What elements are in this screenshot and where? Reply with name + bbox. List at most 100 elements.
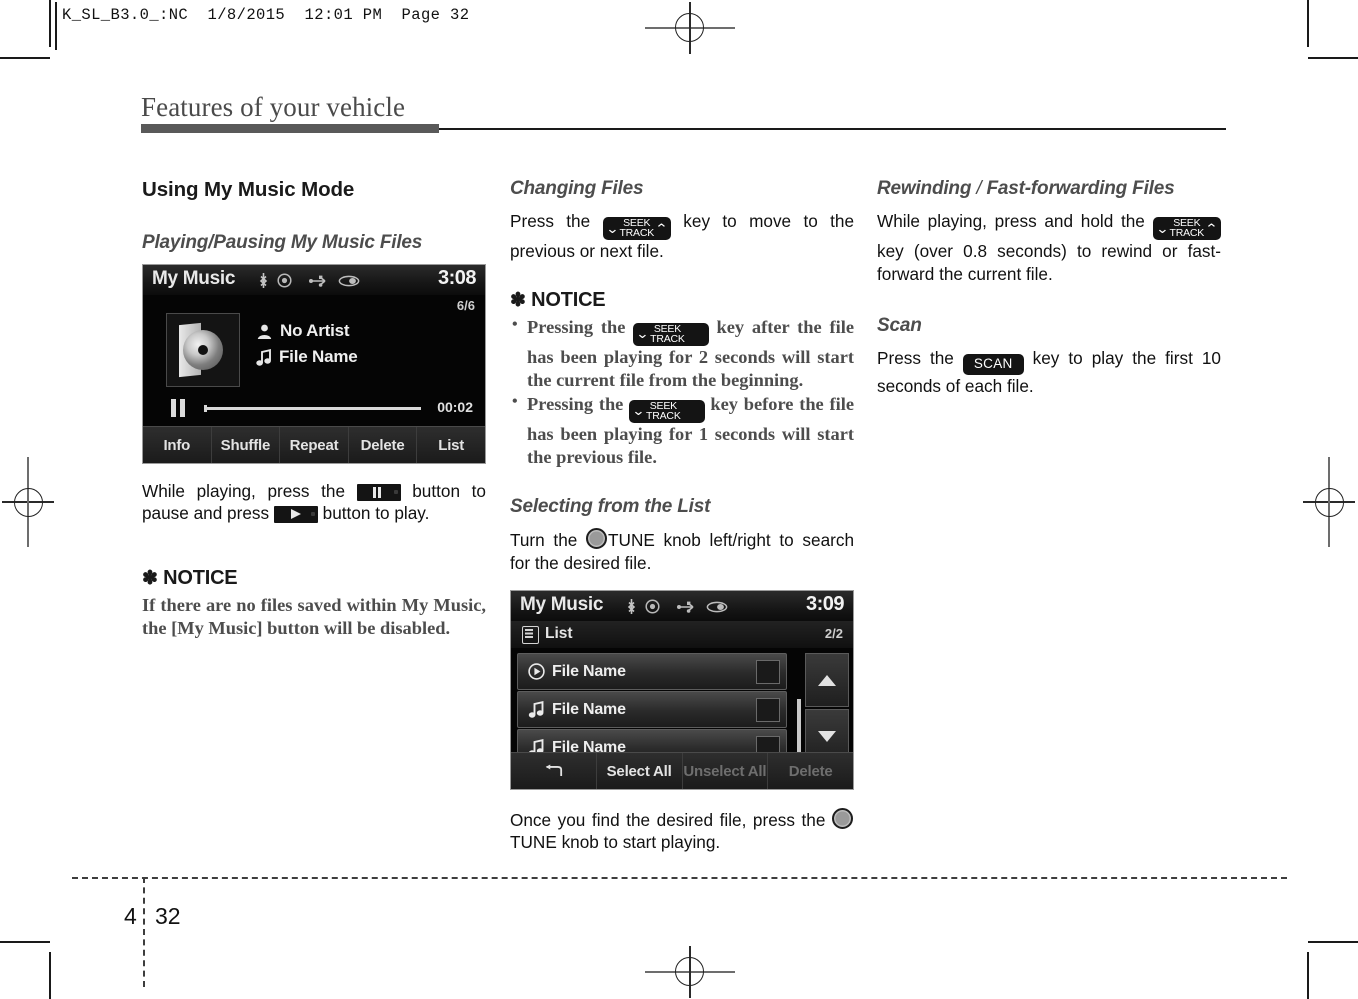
- filename-line: File Name: [256, 347, 358, 367]
- list-icon: [522, 626, 539, 645]
- seek-track-label: SEEK TRACK: [617, 218, 656, 240]
- device-icon: [338, 275, 360, 286]
- track-label-3: TRACK: [646, 409, 681, 422]
- paragraph-start-playing: Once you find the desired file, press th…: [510, 808, 854, 854]
- notice-star-icon: ✽: [142, 567, 158, 589]
- list-header: List 2/2: [511, 621, 853, 649]
- section-heading-using-my-music-mode: Using My Music Mode: [142, 178, 355, 201]
- disc-icon-2: [645, 599, 660, 614]
- screen-button-info[interactable]: Info: [143, 427, 212, 463]
- paragraph-start-playing-part2: TUNE knob to start playing.: [510, 832, 721, 853]
- scan-key-icon: SCAN: [962, 354, 1024, 375]
- pause-button-image: [356, 484, 401, 501]
- disc-icon: [277, 273, 292, 288]
- pause-indicator-icon: [171, 399, 185, 417]
- notice-item-2-part1: Pressing the: [527, 393, 624, 414]
- track-label-2: TRACK: [650, 332, 685, 345]
- artist-text: No Artist: [280, 321, 350, 340]
- screen-clock-2: 3:09: [805, 593, 845, 616]
- track-label: TRACK: [619, 227, 655, 240]
- screen-title-2: My Music: [520, 594, 604, 616]
- screen-button-delete[interactable]: Delete: [349, 427, 418, 463]
- device-icon-2: [706, 601, 728, 612]
- screen-status-icons: [258, 272, 360, 289]
- subheading-scan: Scan: [877, 315, 922, 337]
- chevron-down-icon-4: ⌄: [1155, 220, 1169, 236]
- paragraph-changing-files-part1: Press the: [510, 211, 591, 231]
- arrow-down-icon: [818, 730, 836, 742]
- screen-button-bar: Info Shuffle Repeat Delete List: [143, 426, 485, 463]
- footer-page-number: 32: [155, 903, 181, 929]
- unselect-all-button[interactable]: Unselect All: [683, 753, 769, 790]
- list-item-checkbox[interactable]: [756, 660, 780, 685]
- elapsed-time: 00:02: [437, 399, 473, 415]
- bluetooth-icon: [259, 273, 268, 288]
- notice-list: Pressing the ⌄SEEKTRACK key after the fi…: [510, 315, 854, 469]
- screenshot-file-list: My Music 3:09 List 2/2 File Name File Na…: [510, 590, 854, 791]
- paragraph-changing-files: Press the ⌄ SEEK TRACK ⌃ key to move to the…: [510, 210, 854, 263]
- screen-button-list[interactable]: List: [417, 427, 485, 463]
- chevron-down-icon-3: ⌄: [631, 403, 646, 419]
- list-item-label: File Name: [552, 662, 626, 680]
- notice-item-1-part1: Pressing the: [527, 316, 626, 337]
- back-arrow-icon: [546, 764, 563, 777]
- list-item-checkbox[interactable]: [756, 698, 780, 723]
- title-accent-bar: [141, 124, 439, 133]
- select-all-button[interactable]: Select All: [597, 753, 683, 790]
- list-item[interactable]: File Name: [517, 653, 787, 691]
- seek-track-key-icon-4: ⌄ SEEK TRACK ⌃: [1152, 217, 1221, 241]
- subheading-rewinding-fastforwarding: Rewinding / Fast-forwarding Files: [877, 178, 1221, 200]
- play-button-image: [273, 506, 318, 524]
- subheading-playing-pausing: Playing/Pausing My Music Files: [142, 232, 423, 253]
- subheading-rewinding-part1: Rewinding: [877, 178, 972, 199]
- list-button-bar: Select All Unselect All Delete: [511, 752, 853, 790]
- notice-list-item-2: Pressing the ⌄SEEKTRACK key before the f…: [510, 392, 854, 469]
- notice-heading-1: ✽ NOTICE: [142, 567, 486, 590]
- seek-track-label-4: SEEK TRACK: [1168, 218, 1207, 239]
- list-page-count: 2/2: [824, 626, 843, 642]
- usb-icon: [309, 275, 326, 287]
- seek-track-key-icon-3: ⌄ SEEK TRACK: [629, 399, 705, 423]
- notice-label-1: NOTICE: [163, 566, 238, 589]
- page-content: Features of your vehicle Using My Music …: [0, 0, 1358, 999]
- screen-title: My Music: [152, 268, 236, 289]
- delete-button[interactable]: Delete: [768, 753, 853, 789]
- paragraph-selecting-from-list: Turn the TUNE knob left/right to search …: [510, 528, 854, 574]
- paragraph-scan: Press the SCAN key to play the first 10 …: [877, 347, 1221, 397]
- column-1: Using My Music Mode Playing/Pausing My M…: [142, 178, 486, 639]
- screen-button-shuffle[interactable]: Shuffle: [212, 427, 281, 463]
- screen-button-repeat[interactable]: Repeat: [280, 427, 349, 463]
- chevron-down-icon-2: ⌄: [635, 326, 650, 342]
- screenshot-status-bar-2: My Music 3:09: [511, 591, 853, 622]
- tune-knob-icon-2: [832, 808, 853, 830]
- footer-chapter-number: 4: [124, 903, 137, 929]
- paragraph-play-pause-part3: button to play.: [322, 503, 430, 524]
- paragraph-start-playing-part1: Once you find the desired file, press th…: [510, 810, 826, 831]
- back-button[interactable]: [511, 753, 597, 790]
- subheading-changing-files: Changing Files: [510, 178, 644, 199]
- seek-track-label-3: SEEK TRACK: [644, 400, 683, 422]
- paragraph-play-pause: While playing, press the button to pause…: [142, 480, 486, 525]
- artist-icon: [257, 324, 272, 339]
- column-3: Rewinding / Fast-forwarding Files While …: [877, 178, 1221, 397]
- music-note-icon: [256, 348, 271, 366]
- notice-heading-2: ✽ NOTICE: [510, 289, 854, 312]
- list-item[interactable]: File Name: [517, 691, 787, 729]
- paragraph-selecting-part1: Turn the: [510, 530, 578, 551]
- screen-status-icons-2: [626, 598, 728, 615]
- notice-star-icon-2: ✽: [510, 289, 526, 311]
- arrow-up-icon: [818, 674, 836, 686]
- usb-icon-2: [677, 601, 694, 613]
- scroll-up-button[interactable]: [805, 653, 849, 708]
- paragraph-rewinding-part1: While playing, press and hold the: [877, 211, 1145, 231]
- notice-label-2: NOTICE: [531, 288, 606, 311]
- screen-clock: 3:08: [437, 267, 477, 289]
- bluetooth-icon-2: [627, 599, 636, 615]
- tune-knob-icon: [586, 528, 608, 550]
- screenshot-status-bar: My Music 3:08: [143, 265, 485, 295]
- chevron-up-icon: ⌃: [654, 220, 669, 236]
- page-title: Features of your vehicle: [141, 92, 406, 122]
- paragraph-play-pause-part1: While playing, press the: [142, 481, 345, 501]
- subheading-separator: /: [976, 178, 982, 199]
- paragraph-scan-part1: Press the: [877, 348, 954, 369]
